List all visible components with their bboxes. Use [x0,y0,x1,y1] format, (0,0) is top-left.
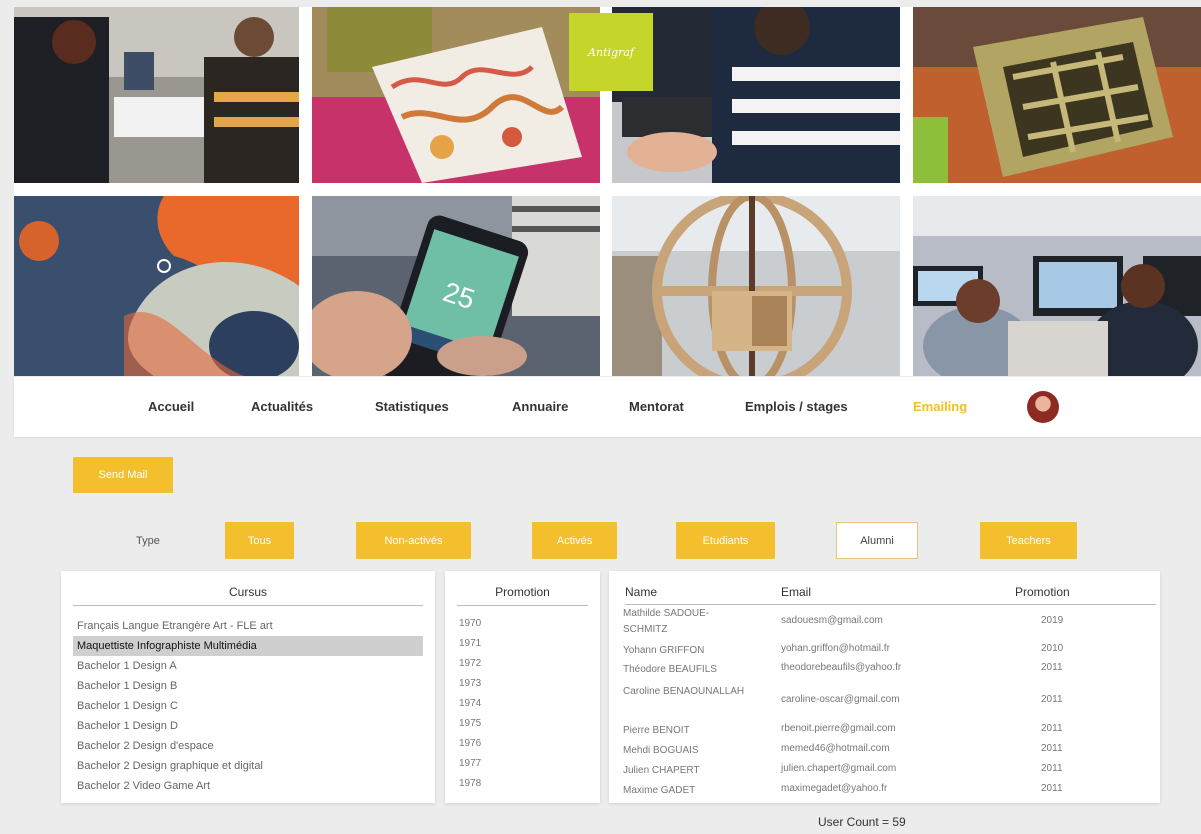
photo-laser-cut-cube [913,7,1201,183]
user-name: Yohann GRIFFON [623,645,705,656]
user-email: maximegadet@yahoo.fr [781,783,888,794]
cursus-item-selected[interactable]: Maquettiste Infographiste Multimédia [73,636,423,656]
cursus-item[interactable]: Bachelor 2 Design graphique et digital [73,756,423,776]
table-row[interactable]: Yohann GRIFFON yohan.griffon@hotmail.fr … [609,643,1160,661]
user-email: sadouesm@gmail.com [781,615,883,626]
cursus-item[interactable]: Français Langue Etrangère Art - FLE art [73,616,423,636]
promotion-panel: Promotion 1970 1971 1972 1973 1974 1975 … [445,571,600,803]
user-avatar[interactable] [1027,391,1059,423]
user-name: Caroline BENAOUNALLAH [623,686,745,697]
cursus-item[interactable]: Bachelor 1 Design D [73,716,423,736]
user-promotion: 2011 [1041,763,1063,774]
user-promotion: 2011 [1041,783,1063,794]
nav-item-annuaire[interactable]: Annuaire [512,399,568,414]
user-name: Mehdi BOGUAIS [623,745,699,756]
filter-teachers-button[interactable]: Teachers [980,522,1077,559]
cursus-item[interactable]: Bachelor 2 Design d'espace [73,736,423,756]
user-email: julien.chapert@gmail.com [781,763,897,774]
photo-wooden-sphere [612,196,900,376]
nav-item-accueil[interactable]: Accueil [148,399,194,414]
cursus-item[interactable]: Bachelor 1 Design C [73,696,423,716]
promotion-item[interactable]: 1970 [457,614,588,634]
promotion-item[interactable]: 1974 [457,694,588,714]
cursus-item[interactable]: Bachelor 2 Video Game Art [73,776,423,796]
photo-abstract-art [14,196,299,376]
photo-drawings [312,7,600,183]
type-filter-label: Type [136,535,160,547]
user-email: yohan.griffon@hotmail.fr [781,643,890,654]
users-table: Name Email Promotion Mathilde SADOUE-SCH… [609,571,1160,803]
user-promotion: 2011 [1041,723,1063,734]
nav-item-statistiques[interactable]: Statistiques [375,399,449,414]
filter-tous-button[interactable]: Tous [225,522,294,559]
promotion-item[interactable]: 1971 [457,634,588,654]
nav-item-emailing[interactable]: Emailing [913,399,967,414]
promotion-item[interactable]: 1972 [457,654,588,674]
table-row[interactable]: Caroline BENAOUNALLAH caroline-oscar@gma… [609,682,1160,716]
photo-computer-lab [913,196,1201,376]
photo-phone-app: 25 [312,196,600,376]
user-email: rbenoit.pierre@gmail.com [781,723,896,734]
user-promotion: 2019 [1041,615,1064,626]
site-logo[interactable]: Antigraf [569,13,653,91]
user-name: Mathilde SADOUE-SCHMITZ [623,608,710,635]
main-navbar: Accueil Actualités Statistiques Annuaire… [14,377,1201,437]
promotion-header: Promotion [457,585,588,606]
table-row[interactable]: Pierre BENOIT rbenoit.pierre@gmail.com 2… [609,723,1160,741]
photo-student-computer [612,7,900,183]
promotion-item[interactable]: 1975 [457,714,588,734]
users-header-promotion: Promotion [1015,585,1070,599]
filter-actives-button[interactable]: Activés [532,522,617,559]
user-promotion: 2011 [1041,694,1063,705]
promotion-item[interactable]: 1976 [457,734,588,754]
promotion-item[interactable]: 1973 [457,674,588,694]
user-email: theodorebeaufils@yahoo.fr [781,662,902,673]
filter-alumni-button[interactable]: Alumni [836,522,918,559]
users-header-name: Name [625,585,658,599]
nav-item-mentorat[interactable]: Mentorat [629,399,684,414]
user-promotion: 2011 [1041,743,1063,754]
table-row[interactable]: Mathilde SADOUE-SCHMITZ sadouesm@gmail.c… [609,605,1160,639]
user-email: caroline-oscar@gmail.com [781,694,900,705]
user-promotion: 2011 [1041,662,1063,673]
users-header-email: Email [781,585,812,599]
user-email: memed46@hotmail.com [781,743,890,754]
cursus-list[interactable]: Français Langue Etrangère Art - FLE art … [73,616,423,796]
filter-non-actives-button[interactable]: Non-activés [356,522,471,559]
table-row[interactable]: Mehdi BOGUAIS memed46@hotmail.com 2011 [609,743,1160,761]
user-count: User Count = 59 [818,815,906,829]
user-name: Julien CHAPERT [623,765,700,776]
nav-item-emplois-stages[interactable]: Emplois / stages [745,399,848,414]
user-name: Maxime GADET [623,785,696,796]
user-name: Théodore BEAUFILS [623,664,717,675]
logo-text: Antigraf [588,45,634,59]
promotion-item[interactable]: 1977 [457,754,588,774]
cursus-item[interactable]: Bachelor 1 Design B [73,676,423,696]
cursus-panel: Cursus Français Langue Etrangère Art - F… [61,571,435,803]
photo-students-classroom [14,7,299,183]
nav-item-actualites[interactable]: Actualités [251,399,313,414]
send-mail-button[interactable]: Send Mail [73,457,173,493]
filter-etudiants-button[interactable]: Etudiants [676,522,775,559]
table-row[interactable]: Julien CHAPERT julien.chapert@gmail.com … [609,763,1160,781]
promotion-list[interactable]: 1970 1971 1972 1973 1974 1975 1976 1977 … [457,614,588,794]
user-name: Pierre BENOIT [623,725,690,736]
hero-photo-grid: 25 Antigraf [14,7,1201,376]
user-promotion: 2010 [1041,643,1064,654]
cursus-header: Cursus [73,585,423,606]
promotion-item[interactable]: 1978 [457,774,588,794]
table-row[interactable]: Théodore BEAUFILS theodorebeaufils@yahoo… [609,662,1160,680]
cursus-item[interactable]: Bachelor 1 Design A [73,656,423,676]
table-row[interactable]: Maxime GADET maximegadet@yahoo.fr 2011 [609,783,1160,801]
